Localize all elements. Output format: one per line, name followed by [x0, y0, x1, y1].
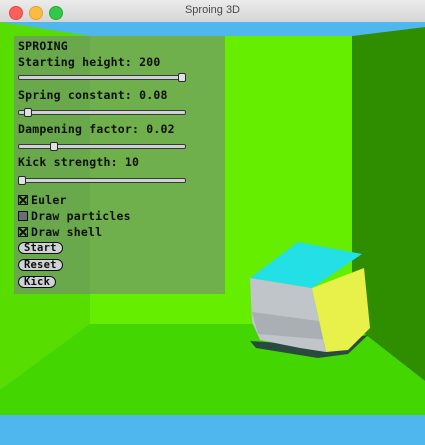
draw-shell-checkbox[interactable]: Draw shell — [18, 225, 102, 239]
spring-constant-label: Spring constant: 0.08 — [18, 88, 168, 102]
start-button[interactable]: Start — [18, 242, 63, 254]
slider-track — [18, 75, 186, 80]
checkbox-box[interactable] — [18, 227, 28, 237]
slider-knob[interactable] — [24, 108, 33, 117]
panel-heading: SPROING — [18, 39, 68, 53]
controls-panel: SPROING Starting height: 200 Spring cons… — [14, 36, 225, 294]
draw-shell-label: Draw shell — [31, 225, 103, 239]
slider-knob[interactable] — [178, 73, 186, 82]
dampening-factor-slider[interactable] — [18, 142, 186, 151]
slider-track — [18, 110, 186, 115]
slider-knob[interactable] — [18, 176, 26, 185]
draw-particles-label: Draw particles — [31, 209, 131, 223]
spring-constant-slider[interactable] — [18, 108, 186, 117]
starting-height-slider[interactable] — [18, 73, 186, 82]
kick-strength-slider[interactable] — [18, 176, 186, 185]
title-bar: Sproing 3D — [0, 0, 425, 23]
slider-knob[interactable] — [50, 142, 58, 151]
euler-checkbox[interactable]: Euler — [18, 193, 67, 207]
app-window: Sproing 3D SPROING Starting height: 200 … — [0, 0, 425, 445]
checkbox-box[interactable] — [18, 211, 28, 221]
kick-button[interactable]: Kick — [18, 276, 57, 288]
window-title: Sproing 3D — [184, 4, 241, 16]
checkbox-box[interactable] — [18, 195, 28, 205]
draw-particles-checkbox[interactable]: Draw particles — [18, 209, 131, 223]
euler-label: Euler — [31, 193, 67, 207]
dampening-factor-label: Dampening factor: 0.02 — [18, 122, 175, 136]
reset-button[interactable]: Reset — [18, 259, 63, 271]
slider-track — [18, 178, 186, 183]
kick-strength-label: Kick strength: 10 — [18, 155, 140, 169]
starting-height-label: Starting height: 200 — [18, 55, 161, 69]
slider-track — [18, 144, 186, 149]
